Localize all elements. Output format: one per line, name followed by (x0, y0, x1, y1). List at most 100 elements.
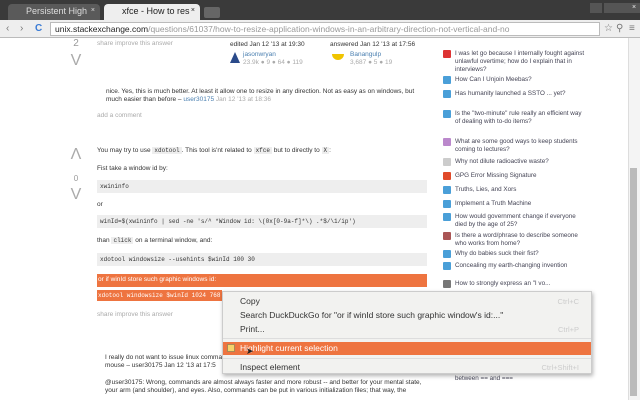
share-link[interactable]: share improve this answer (97, 311, 173, 318)
hot-question[interactable]: Why do babies suck their fist? (455, 250, 585, 258)
vote-count: 0 (68, 174, 84, 183)
close-icon[interactable]: × (191, 7, 195, 14)
hot-question[interactable]: Truths, Lies, and Xors (455, 186, 585, 194)
author-name[interactable]: Banangulp (350, 51, 381, 58)
cursor-icon: ➤ (246, 346, 254, 357)
site-icon (443, 186, 451, 194)
star-icon[interactable]: ☆ (604, 23, 613, 34)
question-title: Has humanity launched a SSTO ... yet? (455, 90, 566, 97)
selected-text: or if winId store such graphic windows i… (97, 274, 427, 287)
hot-question[interactable]: Concealing my earth-changing invention (455, 262, 585, 270)
site-icon (443, 110, 451, 118)
code-block: xdotool windowsize --usehints $winId 100… (97, 253, 427, 266)
hot-question[interactable]: Is the "two-minute" rule really an effic… (455, 110, 585, 126)
menu-item-copy[interactable]: CopyCtrl+C (223, 295, 591, 308)
menu-icon[interactable]: ≡ (629, 23, 635, 34)
menu-item-print[interactable]: Print...Ctrl+P (223, 323, 591, 336)
url-path: /questions/61037/how-to-resize-applicati… (148, 24, 509, 34)
text: than (97, 237, 110, 244)
answer-text: You may try to use xdotool. This tool is… (97, 147, 331, 154)
sidebar-text: between == and === (455, 375, 585, 383)
answer-text: Fist take a window id by: (97, 165, 168, 172)
context-menu: CopyCtrl+C Search DuckDuckGo for "or if … (222, 291, 592, 374)
answer-text: than click on a terminal window, and: (97, 237, 212, 244)
scrollbar-thumb[interactable] (630, 168, 637, 396)
menu-label: Highlight current selection (240, 343, 338, 353)
site-icon (443, 158, 451, 166)
comment-text: I really do not want to issue linux comm… (105, 354, 222, 361)
text: You may try to use (97, 147, 151, 154)
text: on a terminal window, and: (135, 237, 212, 244)
forward-icon[interactable]: › (20, 23, 23, 34)
inline-code: xfce (254, 147, 272, 154)
site-icon (443, 262, 451, 270)
tab-persistent-highlight[interactable]: Persistent High× (8, 4, 100, 20)
author-rep: 3,687 ● 5 ● 19 (350, 59, 392, 66)
question-title: Truths, Lies, and Xors (455, 186, 516, 193)
hot-question[interactable]: Is there a word/phrase to describe someo… (455, 232, 585, 248)
hot-question[interactable]: How to strongly express an "I vo... (455, 280, 585, 288)
url-host: unix.stackexchange.com (55, 24, 148, 34)
comment-user[interactable]: user30175 (183, 96, 214, 103)
question-title: Is there a word/phrase to describe someo… (455, 232, 578, 247)
avatar (332, 54, 344, 60)
hot-question[interactable]: Implement a Truth Machine (455, 200, 585, 208)
site-icon (443, 138, 451, 146)
text: . This tool is'nt related to (182, 147, 252, 154)
hot-question[interactable]: How would government change if everyone … (455, 213, 585, 229)
site-icon (443, 172, 451, 180)
answered-time: answered Jan 12 '13 at 17:56 (330, 41, 415, 48)
hot-question[interactable]: GPG Error Missing Signature (455, 172, 585, 180)
maximize-button[interactable] (616, 3, 628, 13)
share-link[interactable]: share improve this answer (97, 40, 173, 47)
question-title: Why not dilute radioactive waste? (455, 158, 549, 165)
back-icon[interactable]: ‹ (6, 23, 9, 34)
highlighter-icon (227, 344, 235, 352)
hot-question[interactable]: Has humanity launched a SSTO ... yet? (455, 90, 585, 98)
menu-label: Print... (240, 324, 265, 334)
comment-text: your arm (and shoulder), and eyes. Also,… (105, 387, 406, 394)
address-bar[interactable]: unix.stackexchange.com/questions/61037/h… (50, 22, 600, 36)
vote-count: 2 (68, 38, 84, 49)
minimize-button[interactable] (604, 3, 616, 13)
comment-text: @user30175: Wrong, commands are almost a… (105, 379, 421, 386)
site-icon (443, 50, 451, 58)
new-tab-button[interactable] (204, 7, 220, 18)
menu-label: Search DuckDuckGo for "or if winId store… (240, 310, 503, 320)
comment-text: much easier than before – user30175 Jan … (106, 96, 271, 103)
shortcut: Ctrl+C (558, 297, 579, 306)
site-icon (443, 90, 451, 98)
menu-label: Inspect element (240, 362, 300, 372)
close-window-button[interactable]: × (628, 3, 640, 13)
question-title: How Can I Unjoin Meebas? (455, 76, 532, 83)
tab-xfce[interactable]: xfce - How to res× (104, 4, 200, 20)
close-icon[interactable]: × (91, 7, 95, 14)
search-icon[interactable]: ⚲ (616, 23, 623, 34)
hot-question[interactable]: How Can I Unjoin Meebas? (455, 76, 585, 84)
downvote-icon[interactable]: V (68, 186, 84, 204)
comment-text: mouse – user30175 Jan 12 '13 at 17:5 (105, 362, 216, 369)
hot-question[interactable]: What are some good ways to keep students… (455, 138, 585, 154)
menu-item-highlight[interactable]: Highlight current selection (223, 342, 591, 355)
inline-code: xdotool (152, 147, 181, 154)
add-comment-link[interactable]: add a comment (97, 112, 142, 119)
selected-code: xdotool windowsize $winId 1024 768 (97, 290, 222, 301)
user-icon[interactable] (590, 3, 602, 13)
comment-text-2: much easier than before – (106, 96, 182, 103)
site-icon (443, 76, 451, 84)
downvote-icon[interactable]: V (68, 52, 84, 70)
hot-question[interactable]: I was let go because I internally fought… (455, 50, 585, 74)
inline-code: click (111, 237, 133, 244)
question-title: How to strongly express an "I vo... (455, 280, 550, 287)
editor-name[interactable]: jasonwryan (243, 51, 276, 58)
question-title: Why do babies suck their fist? (455, 250, 539, 257)
menu-item-inspect[interactable]: Inspect elementCtrl+Shift+I (223, 361, 591, 374)
text: : (329, 147, 331, 154)
reload-icon[interactable]: C (35, 23, 42, 34)
avatar (230, 52, 240, 63)
tab-title: xfce - How to res (122, 6, 190, 16)
hot-question[interactable]: Why not dilute radioactive waste? (455, 158, 585, 166)
question-title: Concealing my earth-changing invention (455, 262, 567, 269)
upvote-icon[interactable]: Λ (68, 146, 84, 164)
menu-item-search[interactable]: Search DuckDuckGo for "or if winId store… (223, 309, 591, 322)
